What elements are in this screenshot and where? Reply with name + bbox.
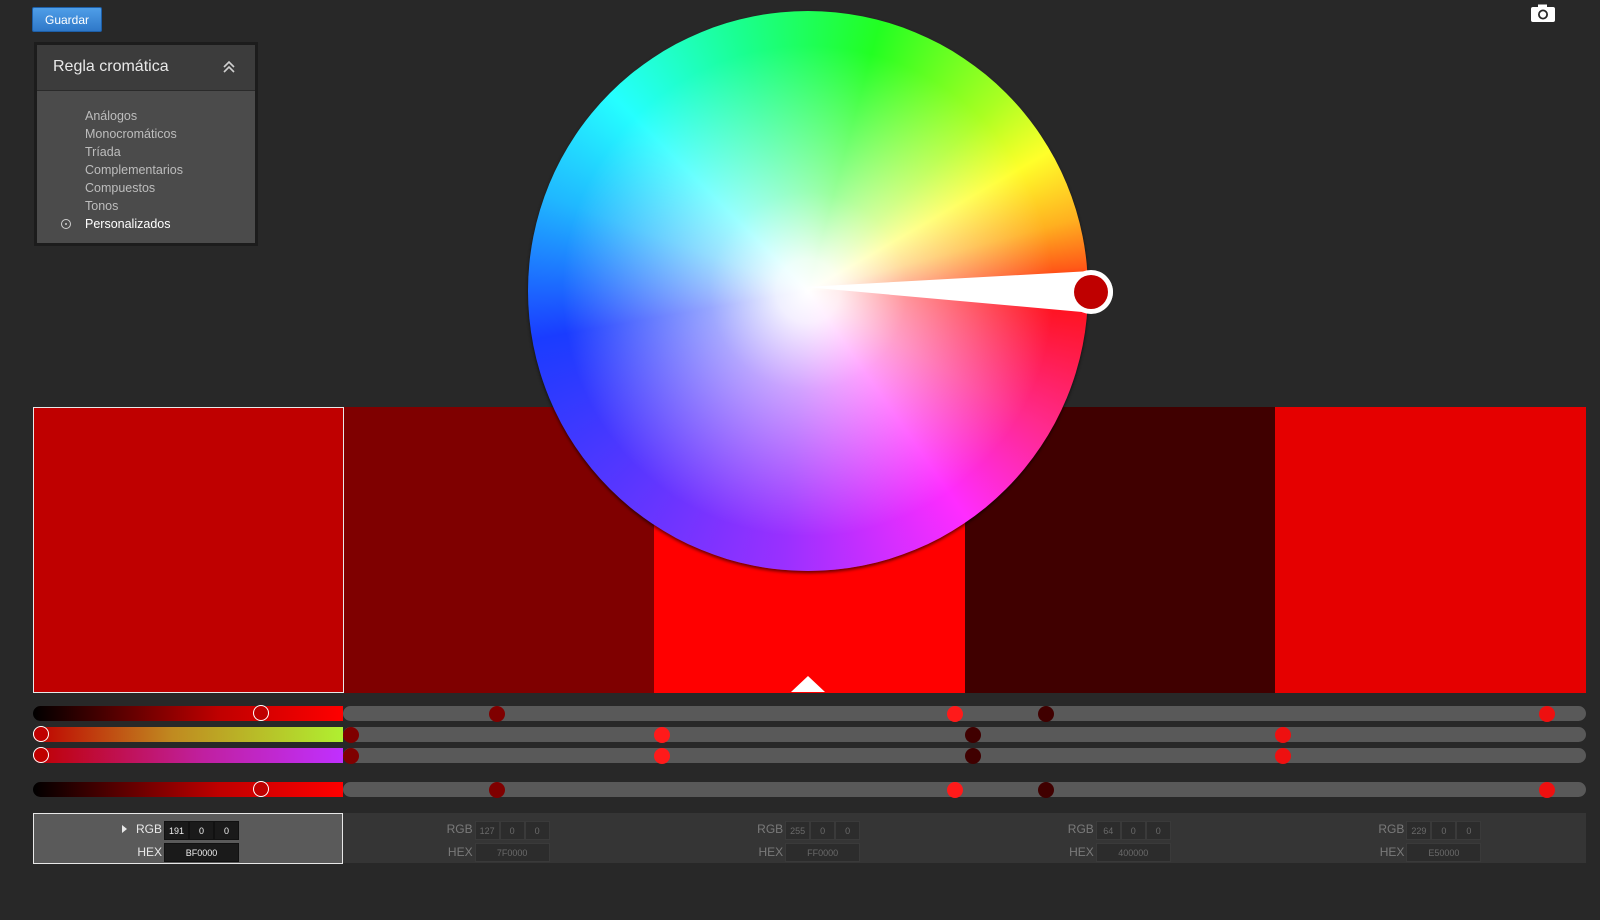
slider-marker[interactable]	[1539, 705, 1555, 722]
slider-track[interactable]	[343, 706, 1586, 721]
rgb-label: RGB	[135, 822, 162, 836]
selected-slider-track[interactable]	[33, 748, 343, 763]
hex-value-field[interactable]: BF0000	[164, 843, 239, 862]
color-values-panel: RGB HEX 191 0 0 BF0000	[33, 813, 343, 864]
slider-marker[interactable]	[654, 747, 670, 764]
slider-handle[interactable]	[33, 746, 49, 763]
rule-item-label: Complementarios	[85, 163, 183, 177]
hex-label: HEX	[1069, 845, 1094, 859]
red-value-field[interactable]: 191	[164, 821, 189, 840]
double-chevron-up-icon[interactable]	[221, 59, 237, 75]
green-value-field[interactable]: 0	[499, 821, 525, 840]
green-value-field[interactable]: 0	[810, 821, 836, 840]
green-value-field[interactable]: 0	[189, 821, 214, 840]
slider-marker[interactable]	[1275, 726, 1291, 743]
rule-item-label: Monocromáticos	[85, 127, 177, 141]
hex-value-field[interactable]: 7F0000	[474, 843, 550, 862]
color-rule-title: Regla cromática	[53, 58, 169, 75]
blue-value-field[interactable]: 0	[835, 821, 861, 840]
slider-marker[interactable]	[1275, 747, 1291, 764]
slider-marker[interactable]	[654, 726, 670, 743]
rule-item[interactable]: Compuestos	[37, 179, 255, 197]
slider-marker[interactable]	[1539, 781, 1555, 798]
red-value-field[interactable]: 64	[1095, 821, 1121, 840]
selected-slider-track[interactable]	[33, 782, 343, 797]
rule-item[interactable]: Personalizados	[37, 215, 255, 233]
slider-marker[interactable]	[947, 781, 963, 798]
rule-item-label: Análogos	[85, 109, 138, 123]
camera-icon[interactable]	[1530, 4, 1556, 23]
slider-marker[interactable]	[947, 705, 963, 722]
slider-handle[interactable]	[253, 780, 269, 797]
slider-handle[interactable]	[253, 704, 269, 721]
rule-item-label: Tríada	[85, 145, 121, 159]
green-value-field[interactable]: 0	[1120, 821, 1146, 840]
color-wheel[interactable]	[528, 11, 1088, 571]
save-button[interactable]: Guardar	[32, 7, 102, 32]
slider-marker[interactable]	[965, 747, 981, 764]
color-rule-list: Análogos Monocromáticos Tríada Complementar…	[37, 91, 255, 233]
rule-item-label: Personalizados	[85, 217, 171, 231]
blue-value-field[interactable]: 0	[524, 821, 550, 840]
rgb-label: RGB	[757, 822, 784, 836]
rule-item[interactable]: Complementarios	[37, 161, 255, 179]
rule-item[interactable]: Tonos	[37, 197, 255, 215]
slider-handle[interactable]	[33, 725, 49, 742]
blue-value-field[interactable]: 0	[1456, 821, 1482, 840]
rule-item-label: Tonos	[85, 199, 119, 213]
slider-marker[interactable]	[1038, 781, 1054, 798]
rule-item-label: Compuestos	[85, 181, 156, 195]
red-value-field[interactable]: 229	[1406, 821, 1432, 840]
slider-marker[interactable]	[965, 726, 981, 743]
slider-marker[interactable]	[489, 705, 505, 722]
color-values-panel: RGB HEX 64 0 0 400000	[965, 813, 1275, 863]
radio-selected-icon	[61, 219, 71, 229]
red-value-field[interactable]: 127	[474, 821, 500, 840]
slider-marker[interactable]	[343, 726, 359, 743]
slider-marker[interactable]	[489, 781, 505, 798]
hex-label: HEX	[447, 845, 473, 859]
rule-item[interactable]: Tríada	[37, 143, 255, 161]
selected-slider-track[interactable]	[33, 727, 343, 742]
base-color-marker-icon	[791, 676, 825, 692]
hex-value-field[interactable]: E50000	[1406, 843, 1482, 862]
rgb-label: RGB	[1378, 822, 1405, 836]
hex-value-field[interactable]: FF0000	[785, 843, 861, 862]
hex-label: HEX	[1379, 845, 1405, 859]
slider-marker[interactable]	[1038, 705, 1054, 722]
blue-value-field[interactable]: 0	[214, 821, 239, 840]
selected-slider-track[interactable]	[33, 706, 343, 721]
rgb-label: RGB	[446, 822, 473, 836]
color-values-panel: RGB HEX 229 0 0 E50000	[1275, 813, 1585, 863]
rule-item[interactable]: Monocromáticos	[37, 125, 255, 143]
hex-value-field[interactable]: 400000	[1095, 843, 1171, 862]
slider-marker[interactable]	[343, 747, 359, 764]
color-values-panel: RGB HEX 127 0 0 7F0000	[344, 813, 654, 863]
color-rule-panel: Regla cromática Análogos Monocromáticos Tr…	[34, 42, 258, 246]
color-rule-header[interactable]: Regla cromática	[37, 45, 255, 91]
hex-label: HEX	[137, 845, 162, 859]
blue-value-field[interactable]: 0	[1145, 821, 1171, 840]
green-value-field[interactable]: 0	[1431, 821, 1457, 840]
slider-track[interactable]	[343, 782, 1586, 797]
rule-item[interactable]: Análogos	[37, 107, 255, 125]
red-value-field[interactable]: 255	[785, 821, 811, 840]
color-swatch[interactable]	[1275, 407, 1587, 693]
color-values-panel: RGB HEX 255 0 0 FF0000	[654, 813, 964, 863]
color-swatch[interactable]	[33, 407, 344, 693]
hex-label: HEX	[758, 845, 784, 859]
rgb-label: RGB	[1067, 822, 1094, 836]
